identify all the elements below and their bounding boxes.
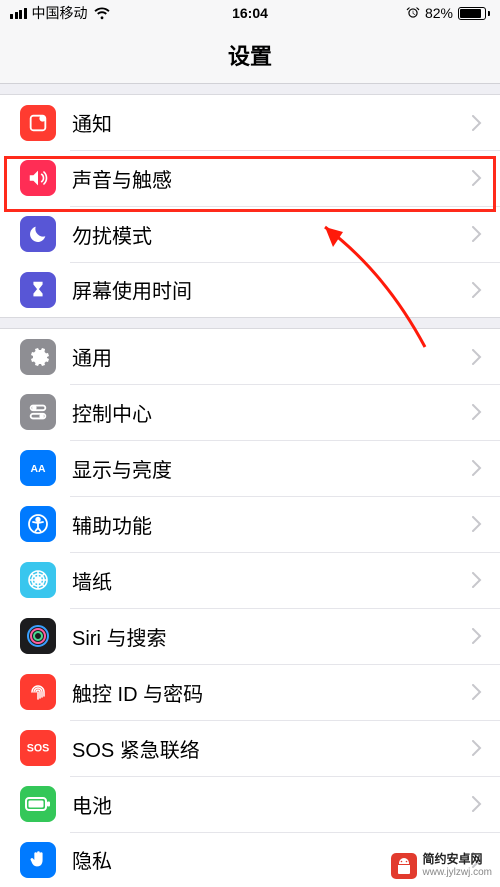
row-label: 通用 [72, 342, 472, 371]
fingerprint-icon [20, 674, 56, 710]
switches-icon [20, 394, 56, 430]
status-bar: 中国移动 16:04 82% [0, 0, 500, 26]
row-siri[interactable]: Siri 与搜索 [0, 608, 500, 664]
row-label: 辅助功能 [72, 510, 472, 539]
gear-icon [20, 339, 56, 375]
row-label: 勿扰模式 [72, 220, 472, 249]
page-title: 设置 [0, 26, 500, 84]
chevron-right-icon [472, 516, 482, 532]
row-battery[interactable]: 电池 [0, 776, 500, 832]
row-sos[interactable]: SOS SOS 紧急联络 [0, 720, 500, 776]
chevron-right-icon [472, 282, 482, 298]
row-touchid[interactable]: 触控 ID 与密码 [0, 664, 500, 720]
sos-icon: SOS [20, 730, 56, 766]
battery-icon [458, 7, 490, 20]
signal-icon [10, 8, 27, 19]
watermark-logo-icon [391, 853, 417, 879]
row-general[interactable]: 通用 [0, 328, 500, 384]
row-label: 电池 [72, 790, 472, 819]
battery-icon [20, 786, 56, 822]
chevron-right-icon [472, 170, 482, 186]
chevron-right-icon [472, 572, 482, 588]
watermark-text: 简约安卓网 www.jylzwj.com [423, 853, 492, 878]
row-accessibility[interactable]: 辅助功能 [0, 496, 500, 552]
svg-text:SOS: SOS [27, 743, 50, 755]
chevron-right-icon [472, 115, 482, 131]
settings-group-1: 通知 声音与触感 勿扰模式 屏幕使用时间 [0, 94, 500, 318]
row-dnd[interactable]: 勿扰模式 [0, 206, 500, 262]
notifications-icon [20, 105, 56, 141]
display-icon: AA [20, 450, 56, 486]
row-label: 墙纸 [72, 566, 472, 595]
row-label: 通知 [72, 108, 472, 137]
status-right: 82% [406, 5, 490, 21]
row-label: 声音与触感 [72, 164, 472, 193]
battery-pct-label: 82% [425, 5, 453, 21]
carrier-label: 中国移动 [32, 3, 88, 23]
row-label: 屏幕使用时间 [72, 275, 472, 304]
row-label: 触控 ID 与密码 [72, 678, 472, 707]
watermark-url: www.jylzwj.com [423, 867, 492, 879]
hourglass-icon [20, 272, 56, 308]
settings-group-2: 通用 控制中心 AA 显示与亮度 辅助功能 墙纸 Siri 与搜索 [0, 328, 500, 887]
row-wallpaper[interactable]: 墙纸 [0, 552, 500, 608]
clock-label: 16:04 [232, 5, 268, 21]
alarm-icon [406, 6, 420, 20]
chevron-right-icon [472, 684, 482, 700]
row-label: 控制中心 [72, 398, 472, 427]
sounds-icon [20, 160, 56, 196]
wallpaper-icon [20, 562, 56, 598]
chevron-right-icon [472, 226, 482, 242]
watermark: 简约安卓网 www.jylzwj.com [391, 853, 492, 879]
row-label: Siri 与搜索 [72, 622, 472, 651]
wifi-icon [93, 7, 111, 20]
hand-icon [20, 842, 56, 878]
moon-icon [20, 216, 56, 252]
chevron-right-icon [472, 349, 482, 365]
chevron-right-icon [472, 740, 482, 756]
chevron-right-icon [472, 628, 482, 644]
siri-icon [20, 618, 56, 654]
svg-text:AA: AA [30, 464, 46, 475]
row-control-center[interactable]: 控制中心 [0, 384, 500, 440]
row-screentime[interactable]: 屏幕使用时间 [0, 262, 500, 318]
row-label: 显示与亮度 [72, 454, 472, 483]
chevron-right-icon [472, 460, 482, 476]
row-notifications[interactable]: 通知 [0, 94, 500, 150]
accessibility-icon [20, 506, 56, 542]
watermark-title: 简约安卓网 [423, 853, 492, 867]
row-sounds[interactable]: 声音与触感 [0, 150, 500, 206]
chevron-right-icon [472, 796, 482, 812]
row-display[interactable]: AA 显示与亮度 [0, 440, 500, 496]
row-label: SOS 紧急联络 [72, 734, 472, 763]
chevron-right-icon [472, 404, 482, 420]
status-left: 中国移动 [10, 3, 111, 23]
